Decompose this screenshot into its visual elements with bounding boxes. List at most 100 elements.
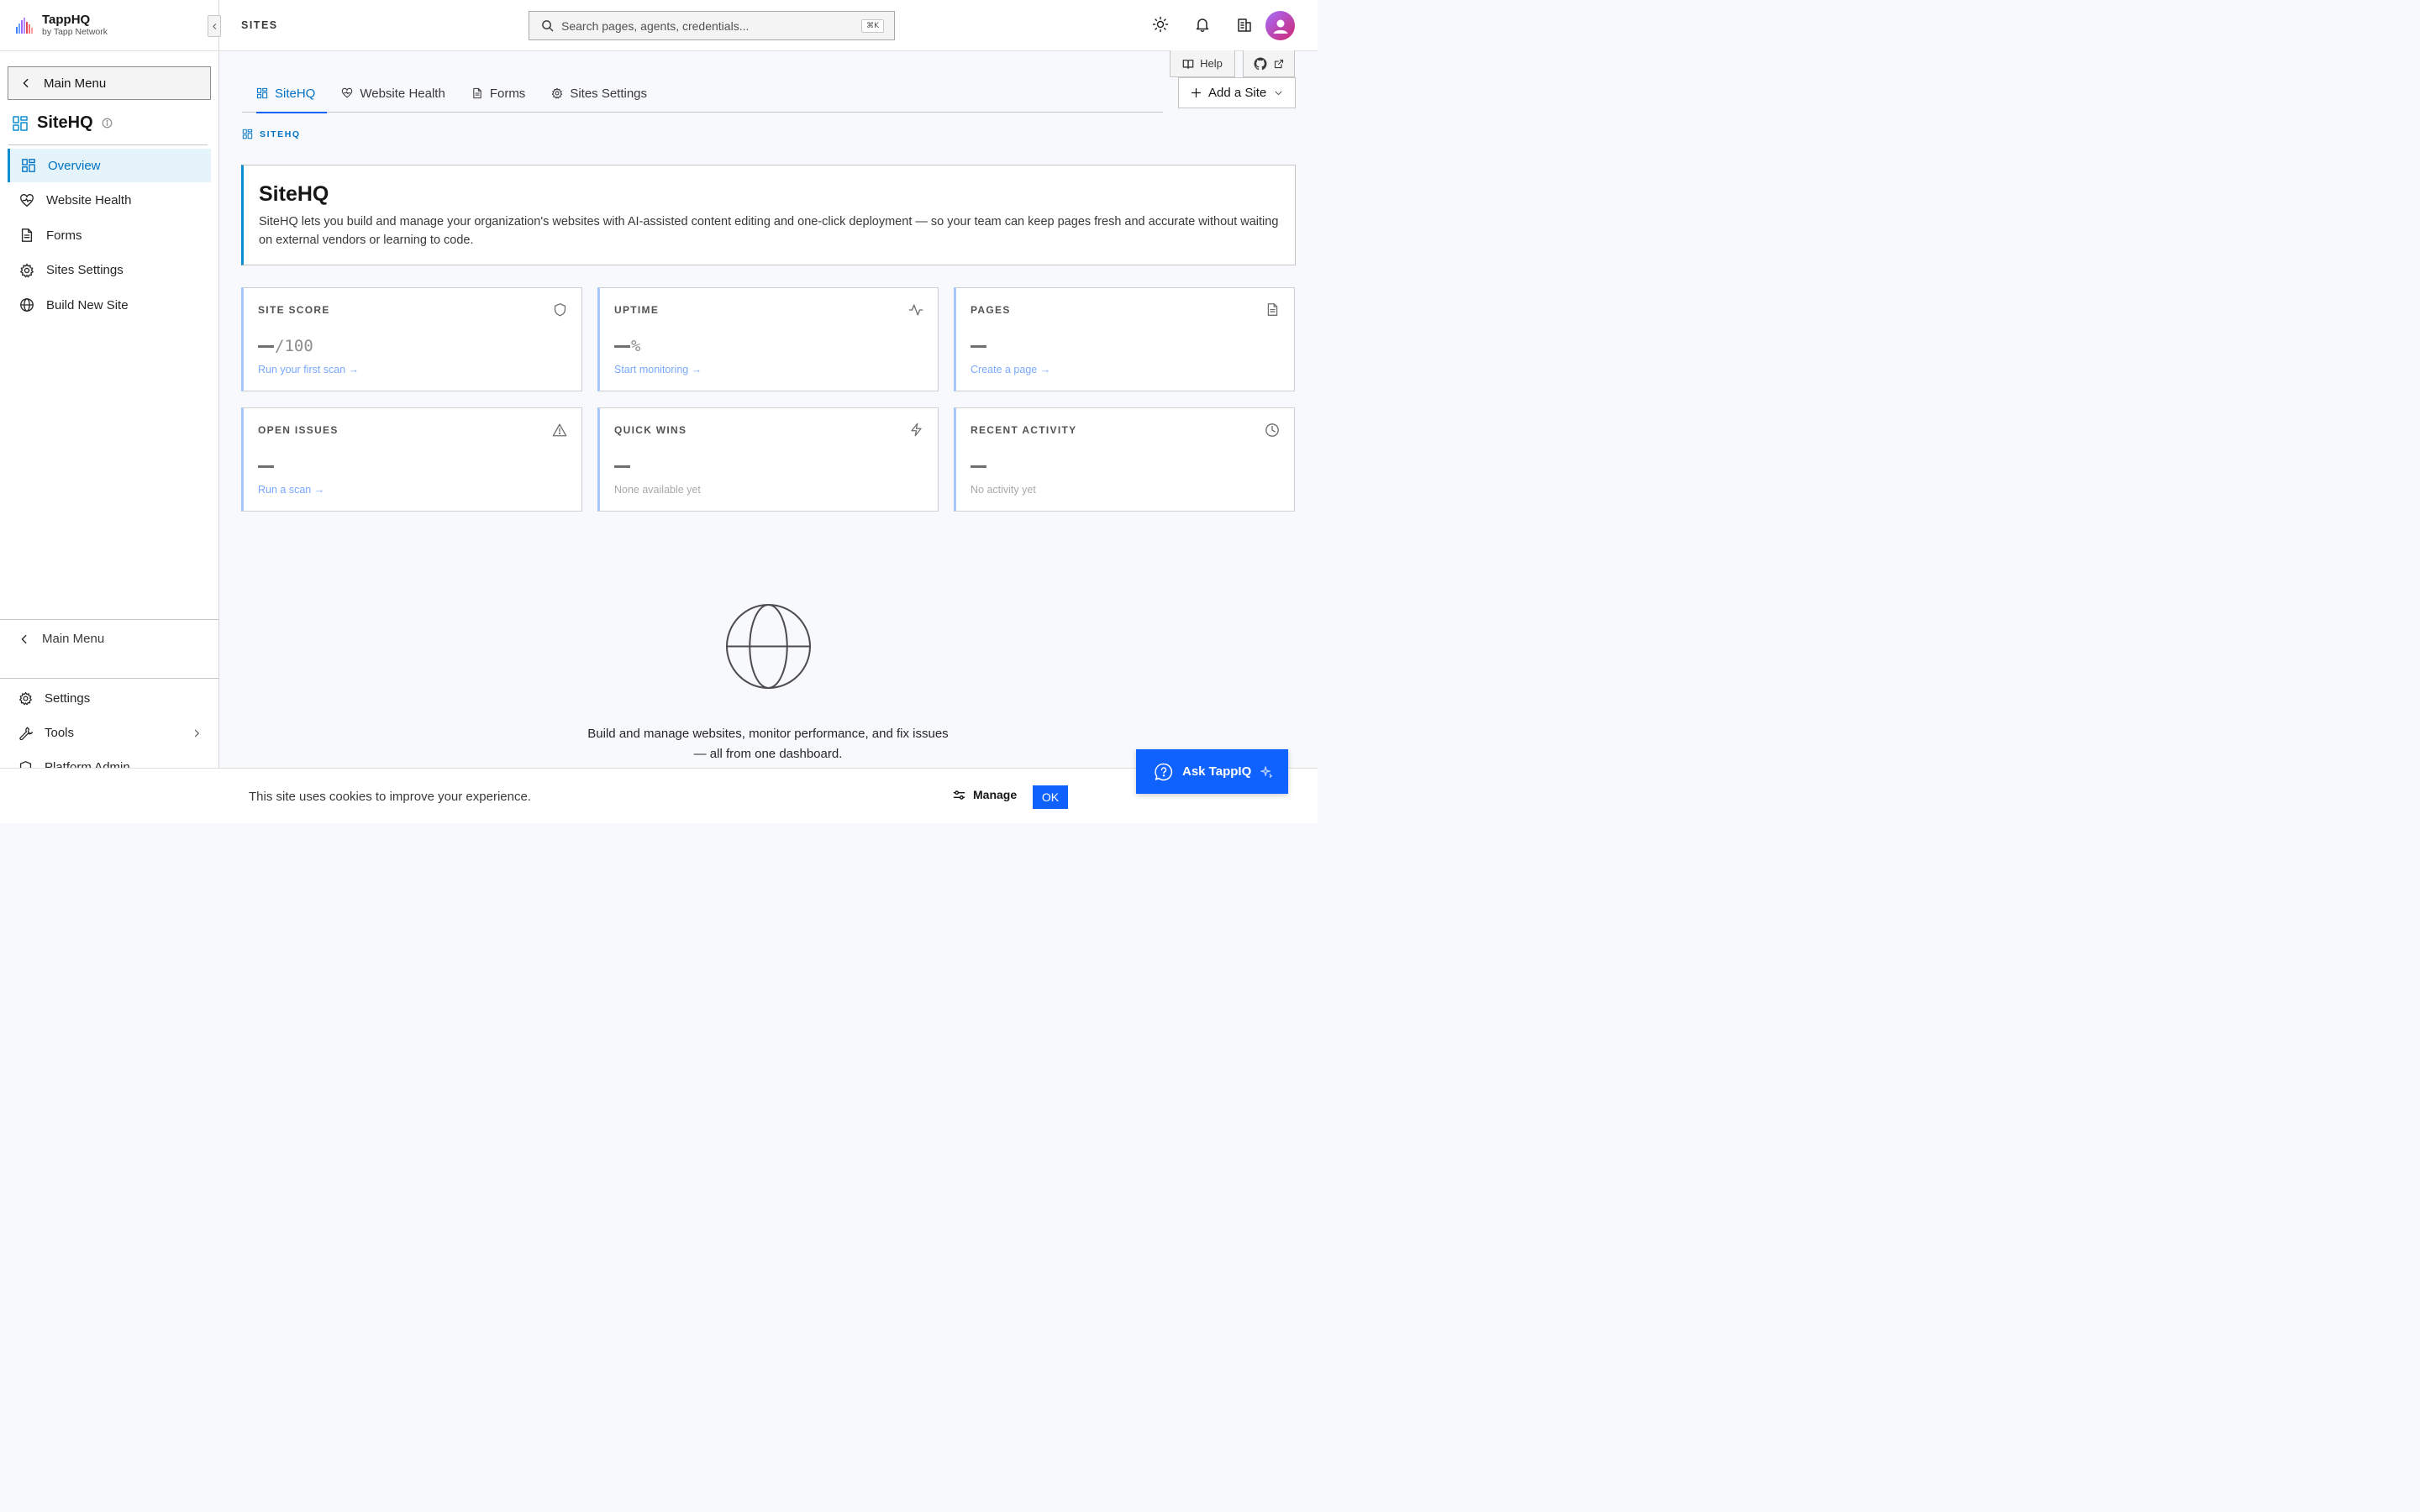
collapse-sidebar-button[interactable] (208, 15, 221, 37)
sparkle-icon (1260, 765, 1273, 778)
stat-card-quick-wins: QUICK WINS None available yet (597, 407, 939, 512)
cookie-ok-button[interactable]: OK (1033, 785, 1068, 809)
tab-label: Forms (489, 86, 526, 101)
divider (0, 619, 219, 620)
run-first-scan-link[interactable]: Run your first scan → (258, 364, 359, 375)
github-icon (1254, 57, 1267, 71)
gear-icon (551, 87, 563, 99)
cookie-message: This site uses cookies to improve your e… (249, 790, 531, 804)
sidebar-item-website-health[interactable]: Website Health (8, 184, 211, 218)
page-title: SiteHQ (259, 182, 329, 206)
info-icon[interactable] (102, 118, 113, 129)
search-box[interactable]: ⌘K (529, 11, 895, 40)
help-label: Help (1200, 57, 1223, 70)
book-icon (1182, 58, 1194, 70)
ask-tappiq-label: Ask TappIQ (1182, 764, 1252, 779)
notification-bell-icon[interactable] (1194, 16, 1211, 33)
bottom-main-menu-link[interactable]: Main Menu (18, 632, 202, 646)
stat-value: /100 (258, 335, 313, 355)
sidebar-item-build-new-site[interactable]: Build New Site (8, 288, 211, 322)
main-menu-button[interactable]: Main Menu (8, 66, 211, 100)
warning-icon (552, 423, 567, 438)
tab-forms[interactable]: Forms (457, 74, 538, 113)
tab-website-health[interactable]: Website Health (327, 74, 456, 113)
document-icon (471, 87, 483, 99)
settings-link[interactable]: Settings (18, 691, 202, 706)
run-scan-link[interactable]: Run a scan → (258, 484, 324, 496)
ask-tappiq-button[interactable]: Ask TappIQ (1136, 749, 1288, 794)
sidebar-item-forms[interactable]: Forms (8, 218, 211, 252)
chevron-down-icon (1274, 88, 1283, 97)
start-monitoring-link[interactable]: Start monitoring → (614, 364, 702, 375)
plus-icon (1191, 87, 1202, 98)
dashboard-icon (21, 158, 36, 173)
sidebar: TappHQ by Tapp Network Main Menu SiteHQ … (0, 0, 219, 823)
theme-toggle-sun-icon[interactable] (1152, 16, 1169, 33)
dashboard-icon (12, 115, 29, 132)
dashboard-icon (256, 87, 268, 99)
breadcrumb: SITEHQ (242, 129, 301, 139)
section-title-text: SiteHQ (37, 113, 93, 132)
globe-icon (19, 297, 34, 312)
divider (0, 678, 219, 679)
help-chat-icon (1155, 763, 1173, 781)
globe-icon (726, 604, 811, 689)
empty-state-message: Build and manage websites, monitor perfo… (566, 724, 970, 764)
bottom-main-menu-label: Main Menu (42, 632, 105, 646)
gear-icon (19, 263, 34, 278)
tools-label: Tools (45, 726, 75, 740)
stat-label: RECENT ACTIVITY (971, 424, 1077, 436)
sidebar-item-label: Forms (46, 228, 82, 243)
heart-pulse-icon (19, 193, 34, 208)
tab-label: Sites Settings (570, 86, 648, 101)
document-icon (1265, 302, 1280, 317)
stat-card-uptime: UPTIME % Start monitoring → (597, 287, 939, 391)
stat-label: QUICK WINS (614, 424, 687, 436)
tab-sites-settings[interactable]: Sites Settings (537, 74, 659, 113)
sidebar-item-label: Overview (48, 158, 101, 173)
tab-sitehq[interactable]: SiteHQ (242, 74, 328, 113)
stat-card-open-issues: OPEN ISSUES Run a scan → (241, 407, 582, 512)
cookie-banner: This site uses cookies to improve your e… (0, 768, 1318, 823)
sidebar-item-overview[interactable]: Overview (8, 149, 211, 182)
main-menu-label: Main Menu (44, 76, 107, 91)
document-icon (19, 228, 34, 243)
tab-bar: SiteHQ Website Health Forms Sites Settin… (242, 74, 1163, 113)
brand-subtitle: by Tapp Network (42, 26, 108, 37)
topbar: SITES ⌘K (219, 0, 1318, 51)
help-button[interactable]: Help (1170, 50, 1235, 77)
chevron-right-icon (192, 728, 202, 738)
section-title: SiteHQ (12, 113, 113, 133)
divider (0, 50, 219, 51)
clock-icon (1265, 423, 1280, 438)
stat-card-pages: PAGES Create a page → (954, 287, 1295, 391)
chevron-left-icon (18, 633, 30, 645)
search-input[interactable] (561, 18, 855, 33)
tools-link[interactable]: Tools (18, 726, 202, 740)
brand-name: TappHQ (42, 12, 91, 27)
sidebar-item-label: Build New Site (46, 297, 129, 312)
sliders-icon (953, 789, 965, 801)
stat-value (614, 455, 631, 475)
brand[interactable]: TappHQ by Tapp Network (15, 10, 108, 40)
external-link-icon (1274, 59, 1284, 69)
chevron-left-icon (20, 77, 32, 89)
create-page-link[interactable]: Create a page → (971, 364, 1050, 375)
add-site-label: Add a Site (1208, 86, 1267, 100)
page-context-label: SITES (241, 19, 278, 31)
stat-label: PAGES (971, 304, 1011, 316)
stat-card-recent-activity: RECENT ACTIVITY No activity yet (954, 407, 1295, 512)
sidebar-item-sites-settings[interactable]: Sites Settings (8, 254, 211, 287)
manage-cookies-button[interactable]: Manage (953, 788, 1017, 801)
heart-pulse-icon (341, 87, 353, 99)
github-link-button[interactable] (1243, 50, 1295, 77)
tapp-logo-icon (15, 15, 34, 35)
empty-state-line: Build and manage websites, monitor perfo… (587, 727, 949, 741)
add-site-button[interactable]: Add a Site (1178, 77, 1296, 108)
avatar[interactable] (1265, 11, 1295, 40)
stat-label: OPEN ISSUES (258, 424, 339, 436)
breadcrumb-text: SITEHQ (260, 129, 301, 139)
stat-value: % (614, 335, 640, 355)
stat-label: SITE SCORE (258, 304, 330, 316)
building-icon[interactable] (1236, 16, 1253, 33)
